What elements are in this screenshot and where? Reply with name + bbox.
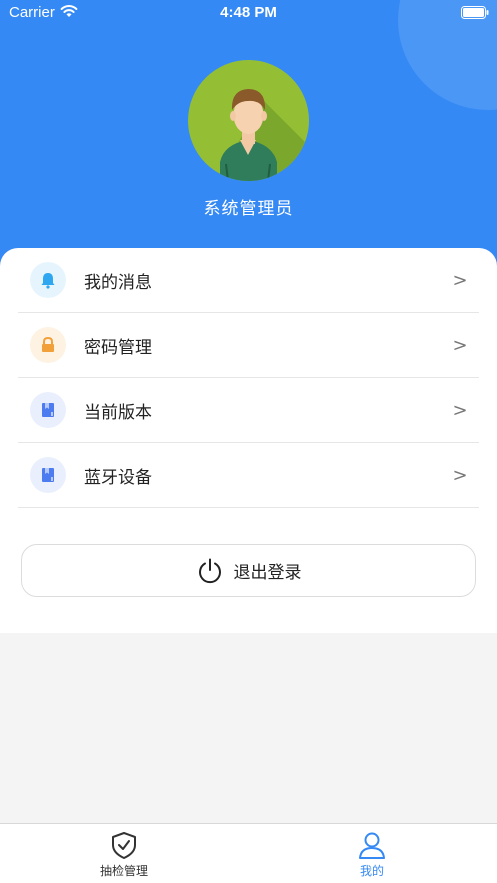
bell-icon bbox=[30, 262, 66, 298]
power-icon bbox=[198, 558, 221, 583]
chevron-right-icon: > bbox=[452, 334, 468, 356]
tab-mine[interactable]: 我的 bbox=[248, 824, 496, 883]
chevron-right-icon: > bbox=[452, 269, 468, 291]
user-name: 系统管理员 bbox=[203, 199, 294, 219]
chevron-right-icon: > bbox=[452, 464, 468, 486]
lock-icon bbox=[30, 327, 66, 363]
tab-bar: 抽检管理 我的 bbox=[0, 823, 497, 883]
menu-item-version[interactable]: 当前版本 > bbox=[18, 378, 479, 443]
logout-button[interactable]: 退出登录 bbox=[21, 544, 476, 597]
version-icon bbox=[30, 392, 66, 428]
menu-item-label: 蓝牙设备 bbox=[84, 467, 152, 488]
avatar-person-icon bbox=[220, 89, 309, 181]
avatar[interactable] bbox=[188, 60, 309, 181]
shield-check-icon bbox=[112, 832, 136, 859]
menu-item-label: 我的消息 bbox=[84, 272, 152, 293]
logout-label: 退出登录 bbox=[233, 563, 302, 583]
menu-item-messages[interactable]: 我的消息 > bbox=[18, 248, 479, 313]
menu-item-password[interactable]: 密码管理 > bbox=[18, 313, 479, 378]
battery-icon bbox=[461, 6, 489, 19]
menu-item-bluetooth[interactable]: 蓝牙设备 > bbox=[18, 443, 479, 508]
menu-card: 我的消息 > 密码管理 > 当前版本 > 蓝牙设备 > 退出登录 bbox=[0, 248, 497, 633]
tab-label: 抽检管理 bbox=[99, 864, 148, 878]
tab-inspection[interactable]: 抽检管理 bbox=[0, 824, 248, 883]
tab-label: 我的 bbox=[359, 864, 384, 878]
bluetooth-device-icon bbox=[30, 457, 66, 493]
profile-header: Carrier 4:48 PM 系统管理员 bbox=[0, 0, 497, 270]
chevron-right-icon: > bbox=[452, 399, 468, 421]
menu-item-label: 密码管理 bbox=[84, 337, 152, 358]
clock: 4:48 PM bbox=[220, 4, 277, 21]
user-icon bbox=[359, 832, 385, 859]
menu-item-label: 当前版本 bbox=[84, 402, 152, 423]
status-bar: Carrier 4:48 PM bbox=[0, 0, 497, 26]
